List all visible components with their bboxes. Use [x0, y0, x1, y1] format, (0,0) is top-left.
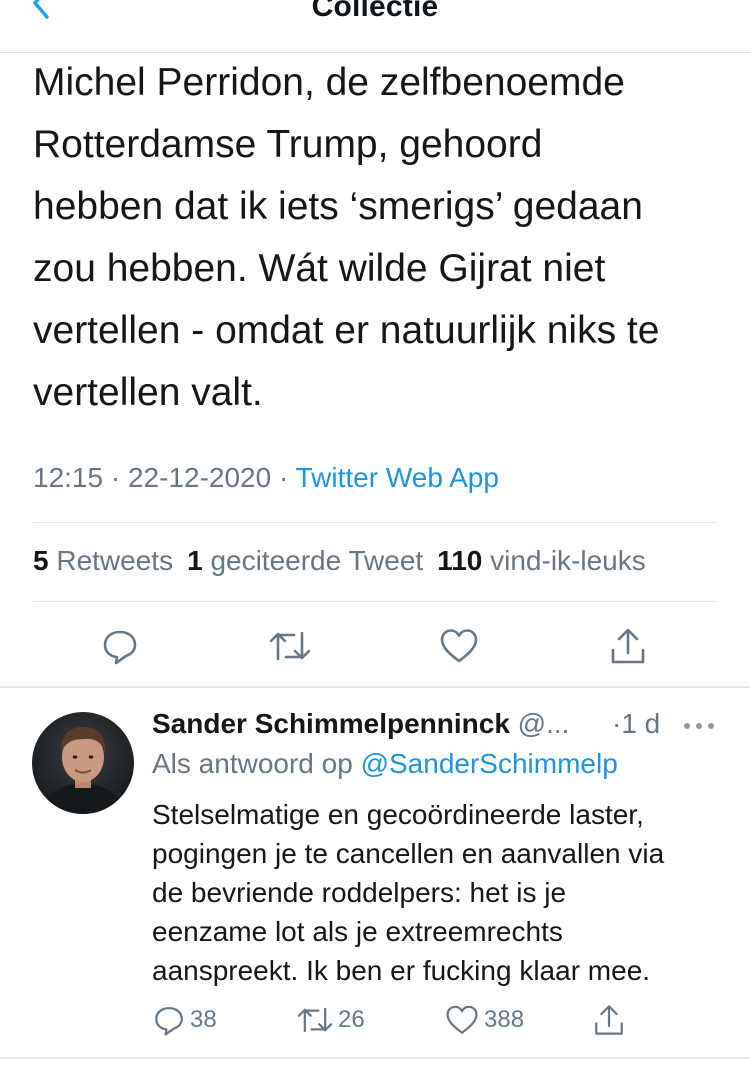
reply-text: Stelselmatige en gecoördineerde laster, … — [152, 799, 665, 986]
reply-author-handle[interactable]: @... — [518, 708, 570, 739]
like-button[interactable] — [435, 622, 483, 670]
reply-reply-button[interactable]: 38 — [152, 1002, 217, 1038]
retweet-button[interactable] — [266, 622, 314, 670]
avatar-image — [32, 712, 134, 814]
tweet-date: 22-12-2020 — [127, 462, 272, 493]
reply-time: ·1 d — [612, 708, 661, 739]
more-icon — [684, 723, 714, 729]
reply-prefix: Als antwoord op — [152, 748, 353, 779]
reply-retweet-button[interactable]: 26 — [296, 1002, 365, 1038]
tweet-meta: 12:15 · 22-12-2020 · Twitter Web App — [33, 462, 499, 494]
meta-dot: · — [278, 462, 289, 493]
reply-author-name[interactable]: Sander Schimmelpenninck — [152, 708, 510, 739]
retweets-stat[interactable]: 5 Retweets — [33, 545, 173, 576]
quotes-count: 1 — [187, 545, 203, 576]
reply-like-count: 388 — [484, 1006, 525, 1033]
reply-header: Sander Schimmelpenninck @... — [152, 708, 569, 740]
divider — [0, 686, 750, 688]
share-icon — [611, 628, 645, 664]
tweet-stats: 5 Retweets 1 geciteerde Tweet 110 vind-ik-… — [33, 545, 646, 577]
reply-mention-link[interactable]: @SanderSchimmelp — [361, 748, 618, 779]
page-title: Collectie — [311, 0, 439, 23]
likes-stat[interactable]: 110 vind-ik-leuks — [437, 545, 646, 576]
share-button[interactable] — [604, 622, 652, 670]
quotes-stat[interactable]: 1 geciteerde Tweet — [187, 545, 423, 576]
likes-count: 110 — [437, 545, 483, 576]
divider — [33, 522, 718, 523]
likes-label: vind-ik-leuks — [490, 545, 646, 576]
reply-reply-count: 38 — [190, 1006, 217, 1033]
reply-context: Als antwoord op @SanderSchimmelp — [152, 748, 618, 780]
more-options-button[interactable] — [682, 714, 716, 738]
quotes-label: geciteerde Tweet — [210, 545, 424, 576]
retweet-icon — [269, 631, 311, 661]
avatar[interactable] — [32, 712, 134, 814]
reply-icon — [103, 630, 137, 665]
share-icon — [595, 1005, 623, 1035]
meta-dot: · — [110, 462, 121, 493]
tweet-text: Michel Perridon, de zelfbenoemde Rotterd… — [33, 61, 660, 414]
retweets-label: Retweets — [56, 545, 174, 576]
like-icon — [446, 1005, 478, 1034]
reply-like-button[interactable]: 388 — [444, 1002, 524, 1038]
like-icon — [440, 629, 478, 663]
divider — [0, 1057, 750, 1059]
retweet-icon — [297, 1007, 333, 1033]
tweet-time: 12:15 — [33, 462, 104, 493]
reply-share-button[interactable] — [592, 1002, 630, 1038]
tweet-source-link[interactable]: Twitter Web App — [296, 462, 499, 493]
reply-button[interactable] — [96, 622, 144, 670]
retweets-count: 5 — [33, 545, 49, 576]
divider — [33, 601, 718, 602]
reply-icon — [155, 1006, 183, 1036]
navigation-bar: Collectie — [0, 0, 750, 53]
reply-retweet-count: 26 — [338, 1006, 365, 1033]
